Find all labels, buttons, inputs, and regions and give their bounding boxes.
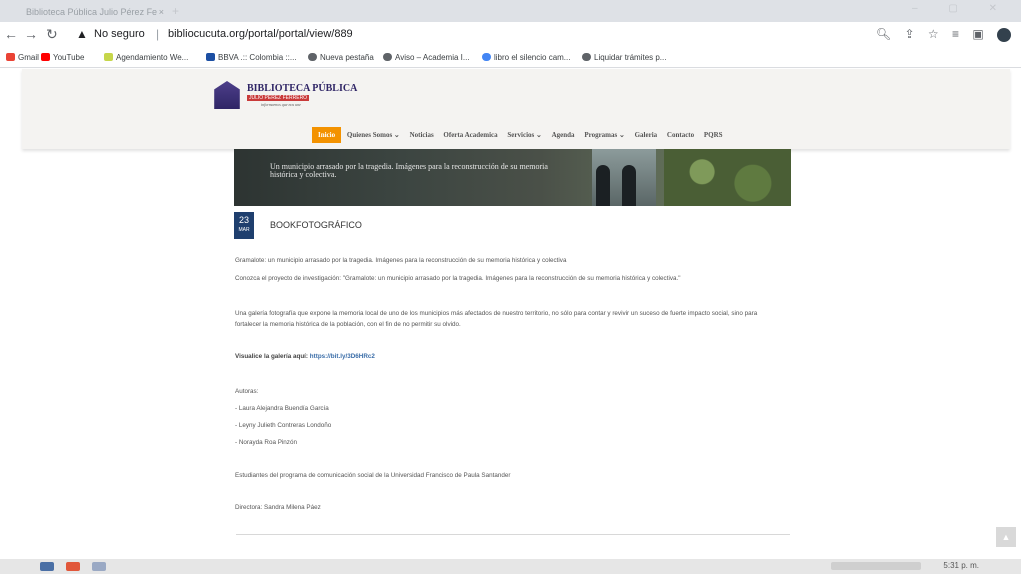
hero-caption: Un municipio arrasado por la tragedia. I…	[270, 162, 548, 179]
hero-banner: Un municipio arrasado por la tragedia. I…	[234, 149, 791, 206]
post-paragraph: Conozca el proyecto de investigación: "G…	[235, 275, 681, 282]
author-item: - Laura Alejandra Buendía García	[235, 405, 329, 412]
tab-title: Biblioteca Pública Julio Pérez Fe	[26, 7, 158, 17]
bookmark-liquidar[interactable]: Liquidar trámites p...	[582, 53, 666, 62]
globe-icon	[582, 53, 591, 61]
logo-tagline: informarnos que nos une	[261, 102, 301, 107]
bookmarks-bar: Gmail YouTube Agendamiento We... BBVA .:…	[0, 48, 1021, 68]
site-logo[interactable]: BIBLIOTECA PÚBLICA JULIO PÉREZ FERRERO i…	[211, 81, 357, 111]
logo-subtitle: JULIO PÉREZ FERRERO	[247, 95, 310, 101]
bookmark-aviso[interactable]: Aviso – Academia I...	[383, 53, 470, 62]
app-icon[interactable]	[92, 562, 106, 571]
tab-strip: Biblioteca Pública Julio Pérez Fe × + – …	[0, 0, 1021, 22]
nav-quienes-somos[interactable]: Quienes Somos ⌄	[343, 127, 404, 143]
gmail-icon	[6, 53, 15, 61]
nav-galeria[interactable]: Galeria	[631, 127, 662, 143]
back-icon[interactable]: ←	[4, 26, 18, 42]
divider	[236, 534, 790, 535]
clock: 5:31 p. m.	[943, 561, 979, 570]
url-path: /portal/portal/view/889	[245, 28, 353, 40]
screen: Biblioteca Pública Julio Pérez Fe × + – …	[0, 0, 1021, 574]
bookmark-youtube[interactable]: YouTube	[41, 53, 84, 62]
warning-icon[interactable]: ▲	[76, 27, 88, 41]
bookmark-label: Liquidar trámites p...	[594, 53, 667, 62]
new-tab-button[interactable]: +	[172, 4, 179, 18]
scroll-to-top-button[interactable]: ▲	[996, 527, 1016, 547]
arch-shape	[622, 165, 636, 206]
nav-inicio[interactable]: Inicio	[312, 127, 342, 143]
browser-tab[interactable]: Biblioteca Pública Julio Pérez Fe ×	[20, 4, 168, 22]
reload-icon[interactable]: ↻	[46, 26, 58, 42]
bookmark-nueva-pestana[interactable]: Nueva pestaña	[308, 53, 374, 62]
authors-label: Autoras:	[235, 388, 259, 395]
main-nav: Inicio Quienes Somos ⌄ Noticias Oferta A…	[312, 127, 727, 143]
bookmark-icon	[104, 53, 113, 61]
nav-contacto[interactable]: Contacto	[663, 127, 698, 143]
post-paragraph: Una galería fotografía que expone la mem…	[235, 310, 758, 328]
nav-servicios[interactable]: Servicios ⌄	[503, 127, 545, 143]
forward-icon[interactable]: →	[24, 26, 38, 42]
bookmark-libro[interactable]: libro el silencio cam...	[482, 53, 570, 62]
logo-title: BIBLIOTECA PÚBLICA	[247, 83, 358, 94]
toolbar-icons: 🔍︎ ⇪ ☆ ≡ ▣	[866, 27, 1011, 42]
post-title: BOOKFOTOGRÁFICO	[270, 220, 362, 230]
security-label[interactable]: No seguro	[94, 28, 145, 40]
gallery-label: Visualice la galería aquí:	[235, 353, 309, 360]
globe-icon	[383, 53, 392, 61]
nav-agenda[interactable]: Agenda	[548, 127, 579, 143]
reading-list-icon[interactable]: ≡	[952, 27, 959, 41]
bbva-icon	[206, 53, 215, 61]
bookmark-label: YouTube	[53, 53, 85, 62]
bookmark-label: Aviso – Academia I...	[395, 53, 470, 62]
address-bar[interactable]: ▲ No seguro | bibliocucuta.org/portal/po…	[70, 24, 950, 46]
star-icon[interactable]: ☆	[928, 27, 939, 41]
tab-close-icon[interactable]: ×	[159, 4, 164, 20]
post-day: 23	[238, 215, 249, 225]
arch-shape	[596, 165, 610, 206]
post-paragraph: Gramalote: un municipio arrasado por la …	[235, 257, 567, 264]
globe-icon	[308, 53, 317, 61]
director-note: Directora: Sandra Milena Páez	[235, 504, 321, 511]
url-text[interactable]: bibliocucuta.org/portal/portal/view/889	[168, 28, 353, 40]
post-date-badge: 23 MAR	[234, 212, 254, 239]
bookmark-agendamiento[interactable]: Agendamiento We...	[104, 53, 188, 62]
nav-noticias[interactable]: Noticias	[406, 127, 438, 143]
bookmark-label: libro el silencio cam...	[494, 53, 571, 62]
library-building-icon	[214, 81, 240, 109]
divider: |	[156, 27, 160, 41]
gallery-line: Visualice la galería aquí: https://bit.l…	[235, 353, 375, 360]
foliage-image	[664, 149, 791, 206]
browser-toolbar: ← → ↻ ▲ No seguro | bibliocucuta.org/por…	[0, 22, 1021, 48]
author-item: - Leyny Julieth Contreras Londoño	[235, 422, 332, 429]
start-icon[interactable]	[40, 562, 54, 571]
bookmark-label: Nueva pestaña	[320, 53, 374, 62]
bookmark-bbva[interactable]: BBVA .:: Colombia ::...	[206, 53, 297, 62]
profile-avatar[interactable]	[997, 27, 1011, 42]
nav-oferta-academica[interactable]: Oferta Academica	[439, 127, 501, 143]
post-month: MAR	[238, 227, 250, 233]
taskbar: 5:31 p. m.	[0, 559, 1021, 574]
youtube-icon	[41, 53, 50, 61]
students-note: Estudiantes del programa de comunicación…	[235, 472, 511, 479]
app-icon[interactable]	[66, 562, 80, 571]
zoom-icon[interactable]: 🔍︎	[876, 27, 891, 41]
bookmark-label: BBVA .:: Colombia ::...	[218, 53, 297, 62]
url-host: bibliocucuta.org	[168, 28, 246, 40]
sidepanel-icon[interactable]: ▣	[972, 27, 983, 41]
author-item: - Norayda Roa Pinzón	[235, 439, 297, 446]
bookmark-label: Agendamiento We...	[116, 53, 189, 62]
nav-programas[interactable]: Programas ⌄	[580, 127, 629, 143]
web-page: BIBLIOTECA PÚBLICA JULIO PÉREZ FERRERO i…	[0, 69, 1021, 559]
nav-pqrs[interactable]: PQRS	[700, 127, 727, 143]
bookmark-label: Gmail	[18, 53, 39, 62]
bookmark-gmail[interactable]: Gmail	[6, 53, 39, 62]
window-controls[interactable]: – ▢ ✕	[912, 3, 1011, 14]
google-icon	[482, 53, 491, 61]
gallery-link[interactable]: https://bit.ly/3D6HRc2	[310, 353, 375, 360]
share-icon[interactable]: ⇪	[904, 27, 914, 41]
system-tray	[831, 562, 921, 570]
